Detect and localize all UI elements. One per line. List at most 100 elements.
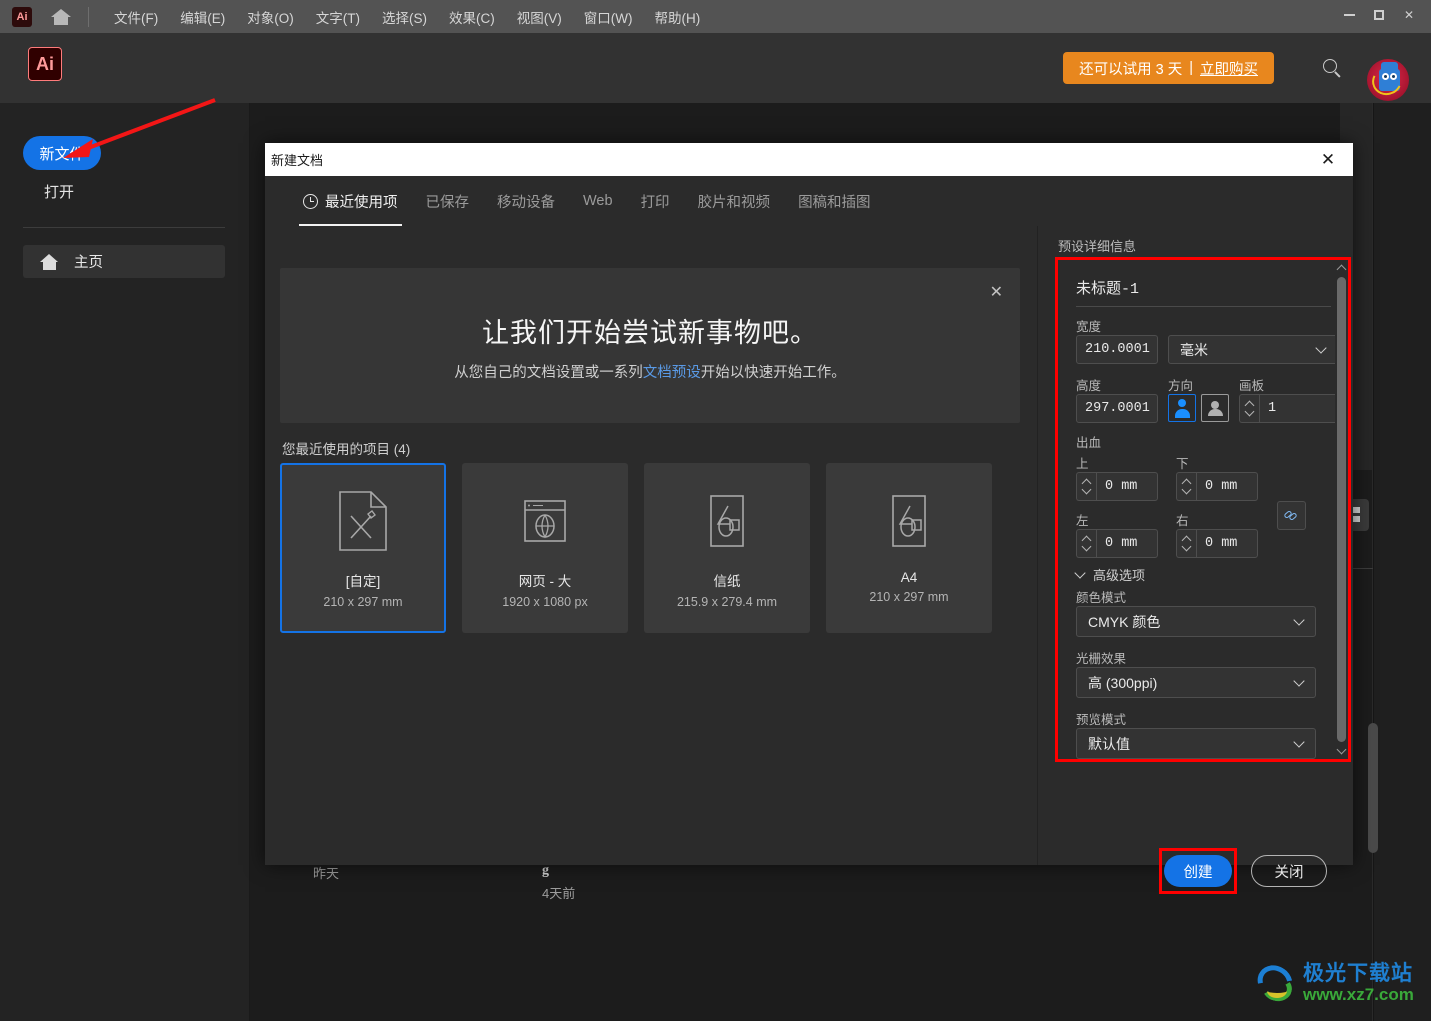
width-input[interactable]: 210.0001 mm: [1076, 335, 1158, 364]
home-icon: [40, 253, 60, 271]
banner-subtext: 从您自己的文档设置或一系列文档预设开始以快速开始工作。: [280, 361, 1020, 382]
trial-days-text: 还可以试用 3 天: [1079, 58, 1182, 79]
tab-web[interactable]: Web: [569, 176, 627, 226]
bleed-left-label: 左: [1076, 510, 1089, 529]
letter-page-icon: [709, 490, 745, 552]
left-sidebar: 新文件 打开 主页: [0, 103, 250, 1021]
bleed-bottom-input[interactable]: 0 mm: [1196, 472, 1258, 501]
scrollbar-thumb[interactable]: [1337, 277, 1346, 742]
raster-effects-label: 光栅效果: [1076, 648, 1126, 667]
tab-art-illustration[interactable]: 图稿和插图: [784, 176, 885, 226]
preview-mode-label: 预览模式: [1076, 709, 1126, 728]
bleed-top-stepper[interactable]: [1076, 472, 1096, 501]
orientation-landscape-button[interactable]: [1201, 394, 1229, 422]
watermark-url: www.xz7.com: [1303, 985, 1414, 1004]
menu-type[interactable]: 文字(T): [305, 3, 371, 31]
preset-details-form: 未标题-1 宽度 210.0001 mm 毫米 高度 297.0001 mm 方…: [1058, 260, 1348, 759]
name-underline: [1076, 306, 1331, 307]
open-file-button[interactable]: 打开: [44, 181, 74, 202]
close-button[interactable]: ✕: [1395, 3, 1423, 27]
menu-view[interactable]: 视图(V): [506, 3, 573, 31]
preset-details-label: 预设详细信息: [1058, 236, 1136, 255]
trial-separator: |: [1189, 60, 1193, 76]
create-button[interactable]: 创建: [1164, 855, 1232, 887]
units-select[interactable]: 毫米: [1168, 335, 1338, 364]
close-button[interactable]: 关闭: [1251, 855, 1327, 887]
recent-file-date-1: 昨天: [313, 863, 339, 882]
menu-edit[interactable]: 编辑(E): [169, 3, 236, 31]
bleed-top-input[interactable]: 0 mm: [1096, 472, 1158, 501]
artboards-stepper[interactable]: [1239, 394, 1259, 423]
advanced-options-toggle[interactable]: 高级选项: [1076, 565, 1145, 584]
avatar[interactable]: [1367, 59, 1409, 101]
document-presets-link[interactable]: 文档预设: [643, 365, 701, 381]
minimize-icon: [1344, 14, 1355, 16]
preset-card-web-large[interactable]: 网页 - 大 1920 x 1080 px: [462, 463, 628, 633]
bleed-bottom-stepper[interactable]: [1176, 472, 1196, 501]
dialog-close-icon[interactable]: ✕: [1317, 149, 1339, 171]
raster-effects-select[interactable]: 高 (300ppi): [1076, 667, 1316, 698]
units-value: 毫米: [1180, 340, 1208, 360]
orientation-label: 方向: [1168, 375, 1193, 394]
right-panel-strip: [1373, 103, 1431, 1021]
stepper-down-icon[interactable]: [1082, 542, 1092, 552]
preset-card-name: 网页 - 大: [519, 570, 572, 590]
orientation-portrait-button[interactable]: [1168, 394, 1196, 422]
document-name-input[interactable]: 未标题-1: [1076, 272, 1331, 302]
stepper-down-icon[interactable]: [1245, 407, 1255, 417]
menu-help[interactable]: 帮助(H): [643, 3, 711, 31]
tab-mobile[interactable]: 移动设备: [483, 176, 569, 226]
stepper-down-icon[interactable]: [1082, 485, 1092, 495]
menu-window[interactable]: 窗口(W): [573, 3, 644, 31]
home-icon[interactable]: [50, 7, 72, 27]
banner-close-icon[interactable]: ✕: [990, 282, 1003, 302]
buy-now-link[interactable]: 立即购买: [1200, 58, 1258, 79]
tab-saved[interactable]: 已保存: [412, 176, 484, 226]
menu-effect[interactable]: 效果(C): [438, 3, 506, 31]
recent-file-name-2: g: [542, 863, 549, 879]
preset-details-scrollbar[interactable]: [1335, 260, 1348, 759]
bleed-right-stepper[interactable]: [1176, 529, 1196, 558]
minimize-button[interactable]: [1335, 3, 1363, 27]
preset-card-custom[interactable]: [自定] 210 x 297 mm: [280, 463, 446, 633]
dialog-tabs: 最近使用项 已保存 移动设备 Web 打印 胶片和视频 图稿和插图: [265, 176, 1353, 226]
search-icon[interactable]: [1323, 59, 1343, 79]
window-controls: ✕: [1335, 3, 1423, 27]
watermark-logo-icon: [1255, 962, 1301, 1004]
sidebar-item-home[interactable]: 主页: [23, 245, 225, 278]
clock-icon: [303, 194, 318, 209]
panel-scrollbar-thumb[interactable]: [1368, 723, 1378, 853]
preview-mode-select[interactable]: 默认值: [1076, 728, 1316, 759]
dialog-body: 最近使用项 已保存 移动设备 Web 打印 胶片和视频 图稿和插图 ✕ 让我们开…: [265, 176, 1353, 865]
bleed-left-stepper[interactable]: [1076, 529, 1096, 558]
maximize-button[interactable]: [1365, 3, 1393, 27]
new-file-button[interactable]: 新文件: [23, 136, 101, 170]
bleed-right-input[interactable]: 0 mm: [1196, 529, 1258, 558]
tab-recent[interactable]: 最近使用项: [289, 176, 412, 226]
tab-print[interactable]: 打印: [627, 176, 684, 226]
banner-heading: 让我们开始尝试新事物吧。: [280, 311, 1020, 350]
trial-buy-button[interactable]: 还可以试用 3 天 | 立即购买: [1063, 52, 1274, 84]
height-input[interactable]: 297.0001 mm: [1076, 394, 1158, 423]
stepper-down-icon[interactable]: [1182, 542, 1192, 552]
bleed-left-input[interactable]: 0 mm: [1096, 529, 1158, 558]
color-mode-select[interactable]: CMYK 颜色: [1076, 606, 1316, 637]
welcome-banner: ✕ 让我们开始尝试新事物吧。 从您自己的文档设置或一系列文档预设开始以快速开始工…: [280, 268, 1020, 423]
recent-items-grid: [自定] 210 x 297 mm: [280, 463, 992, 633]
preset-card-letter[interactable]: 信纸 215.9 x 279.4 mm: [644, 463, 810, 633]
app-header: Ai 还可以试用 3 天 | 立即购买: [0, 33, 1431, 103]
menu-object[interactable]: 对象(O): [236, 3, 305, 31]
scroll-up-icon[interactable]: [1337, 265, 1347, 275]
menu-select[interactable]: 选择(S): [371, 3, 438, 31]
tab-film-video[interactable]: 胶片和视频: [684, 176, 785, 226]
link-chain-icon[interactable]: [1277, 501, 1306, 530]
artboards-input[interactable]: 1: [1259, 394, 1338, 423]
menu-file[interactable]: 文件(F): [103, 3, 169, 31]
stepper-down-icon[interactable]: [1182, 485, 1192, 495]
preview-mode-value: 默认值: [1088, 734, 1130, 754]
preset-card-size: 210 x 297 mm: [869, 590, 948, 604]
sidebar-divider: [23, 227, 225, 228]
preset-card-a4[interactable]: A4 210 x 297 mm: [826, 463, 992, 633]
illustrator-start-screen: Ai 文件(F) 编辑(E) 对象(O) 文字(T) 选择(S) 效果(C) 视…: [0, 0, 1431, 1021]
scroll-down-icon[interactable]: [1337, 745, 1347, 755]
